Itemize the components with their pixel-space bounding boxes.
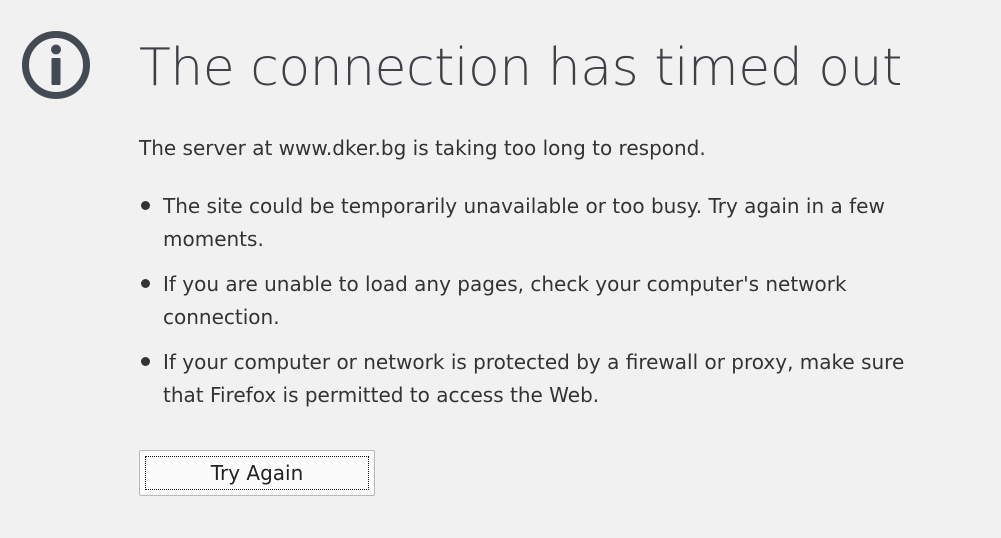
try-again-button[interactable]: Try Again — [139, 450, 375, 496]
error-intro: The server at www.dker.bg is taking too … — [139, 136, 706, 160]
page-title: The connection has timed out — [139, 38, 902, 98]
bullet-icon — [141, 279, 150, 288]
list-item: If your computer or network is protected… — [139, 346, 939, 412]
bullet-icon — [141, 201, 150, 210]
list-item: The site could be temporarily unavailabl… — [139, 190, 939, 256]
reason-text: The site could be temporarily unavailabl… — [163, 194, 885, 251]
reason-text: If you are unable to load any pages, che… — [163, 272, 847, 329]
error-content: The connection has timed out The server … — [139, 0, 959, 496]
reason-text: If your computer or network is protected… — [163, 350, 905, 407]
info-icon — [22, 31, 90, 99]
error-page: The connection has timed out The server … — [0, 0, 1001, 538]
try-again-label: Try Again — [145, 456, 369, 490]
reasons-list: The site could be temporarily unavailabl… — [139, 190, 939, 424]
bullet-icon — [141, 357, 150, 366]
list-item: If you are unable to load any pages, che… — [139, 268, 939, 334]
